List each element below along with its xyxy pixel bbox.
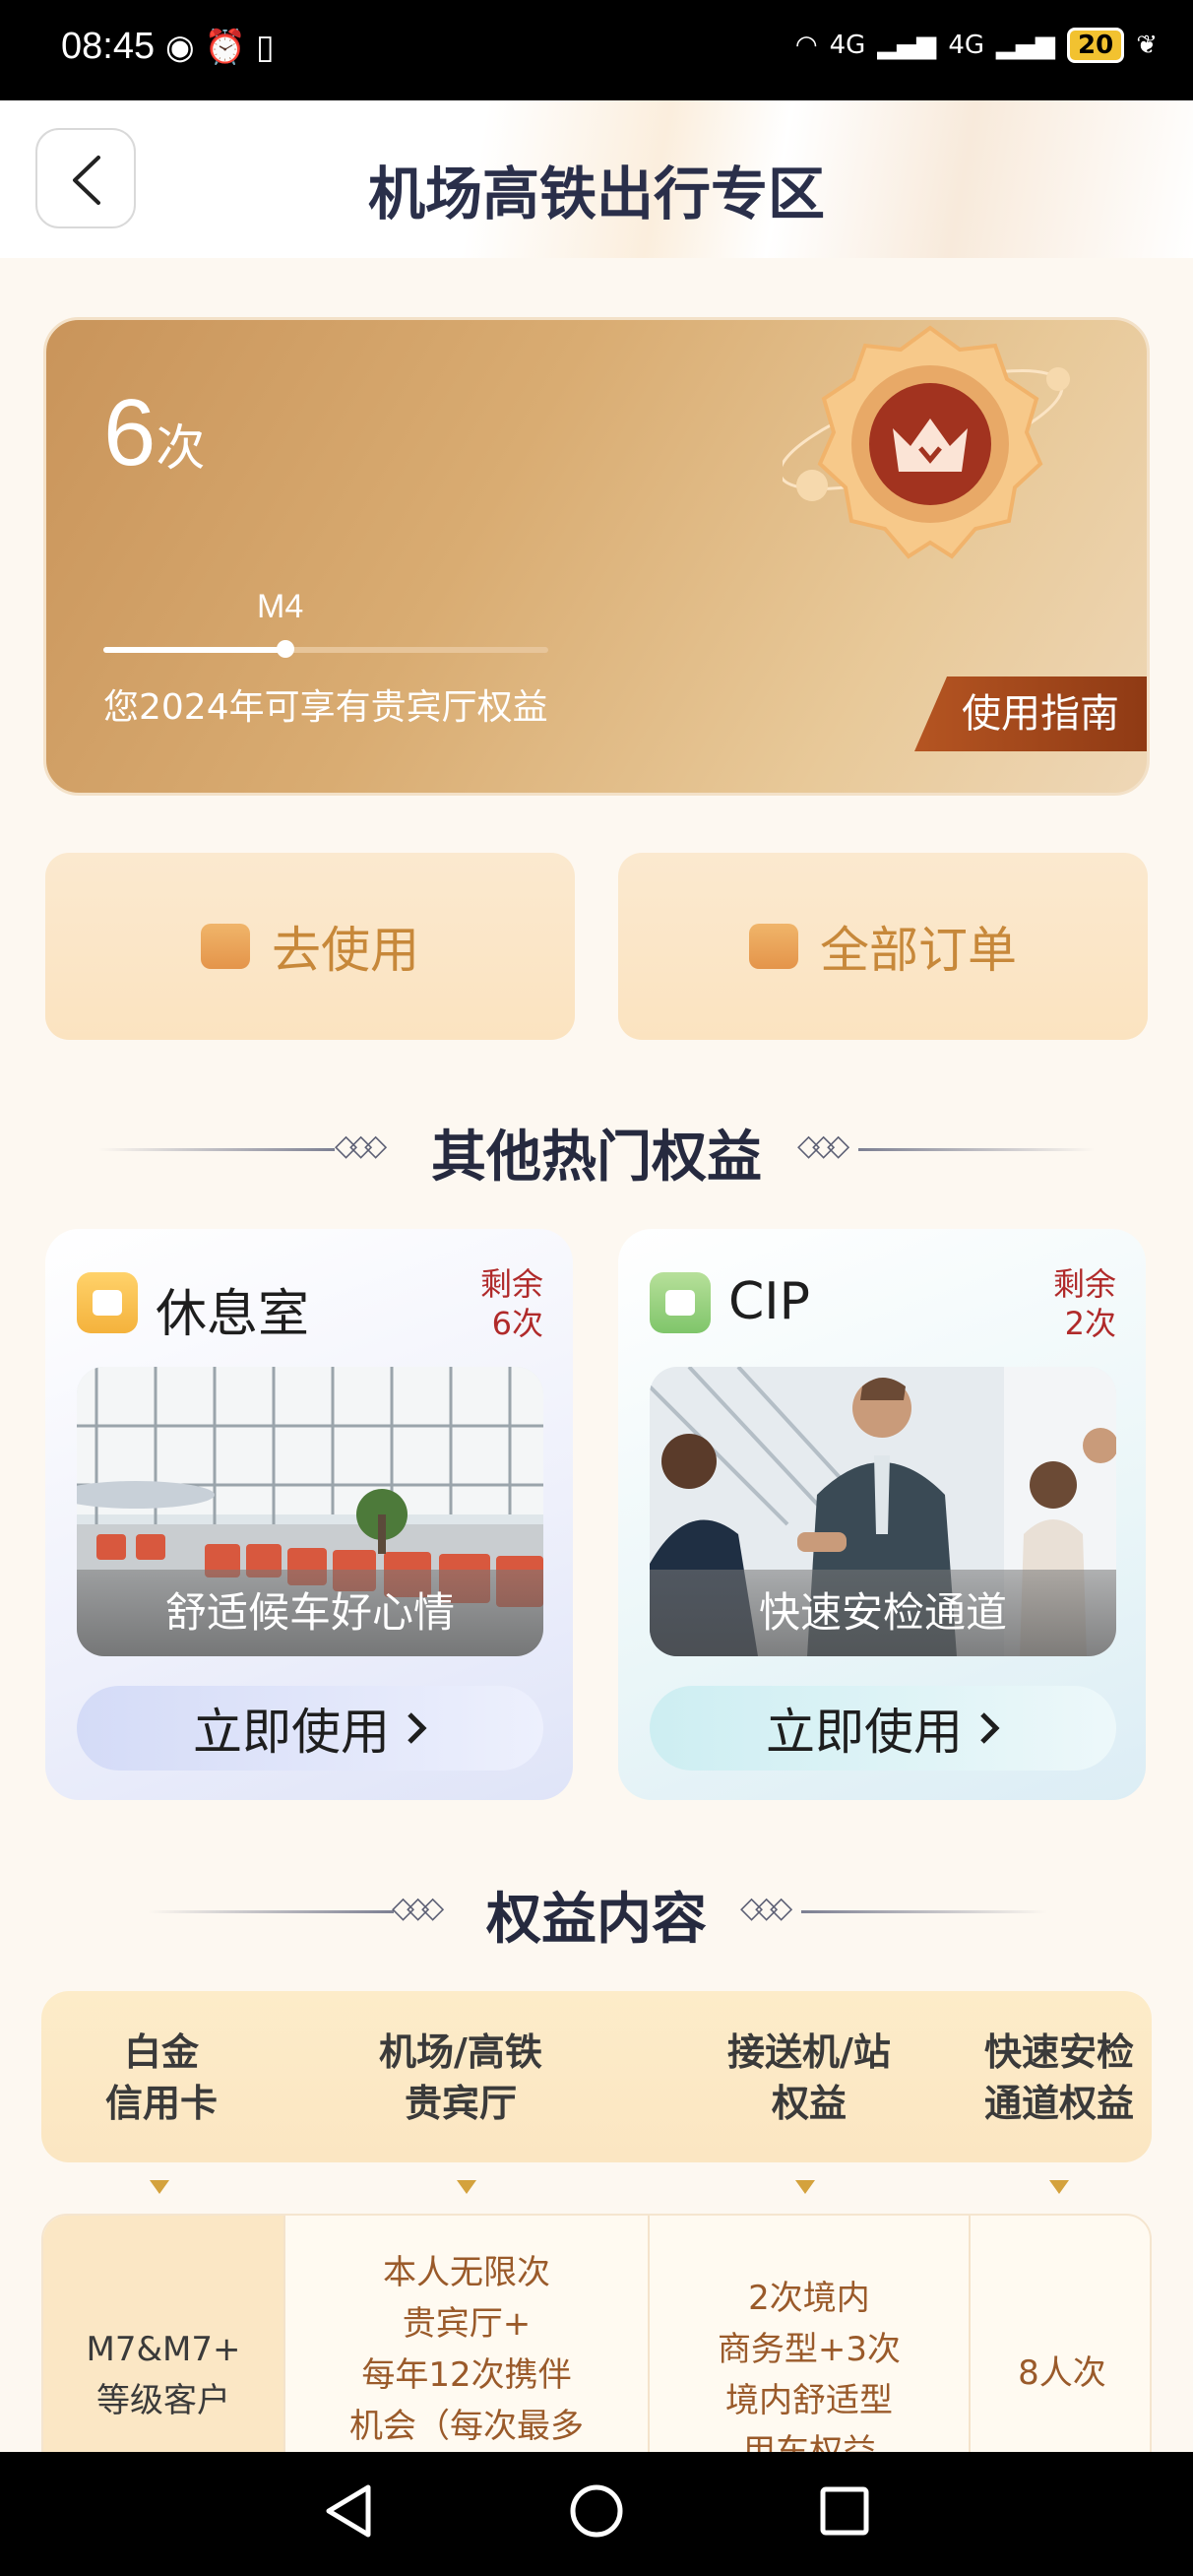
benefit-summary-card: 6次 M4 您2024年可享有贵宾厅权益 使用指南 xyxy=(43,317,1150,796)
use-now-button[interactable]: 立即使用 xyxy=(650,1686,1116,1771)
remaining-label: 剩余 xyxy=(1052,1265,1116,1303)
page-title: 机场高铁出行专区 xyxy=(367,161,825,227)
status-bar: 08:45 ◉ ⏰ ▯ ◠ 4G ▂▄▆ 4G ▂▄▆ 20 ❦ xyxy=(0,0,1193,100)
use-now-button[interactable]: 立即使用 xyxy=(77,1686,543,1771)
wifi-icon: ◠ xyxy=(794,31,818,60)
eye-icon: ◉ xyxy=(165,28,195,67)
section-divider-right xyxy=(801,1910,1047,1913)
remaining-badge: 剩余 6次 xyxy=(480,1264,543,1343)
diamond-ornament-icon: ◇◇◇ xyxy=(797,1128,849,1163)
photo-caption: 舒适候车好心情 xyxy=(77,1570,543,1656)
remaining-count: 6次 xyxy=(491,1305,543,1342)
triangle-down-icon xyxy=(457,2180,476,2194)
lounge-cell: 本人无限次 贵宾厅+ 每年12次携伴 机会（每次最多 xyxy=(349,2253,584,2446)
triangle-down-icon xyxy=(150,2180,169,2194)
system-navigation-bar xyxy=(0,2452,1193,2576)
sofa-icon xyxy=(77,1272,138,1333)
usage-guide-button[interactable]: 使用指南 xyxy=(914,676,1147,751)
network-1-label: 4G xyxy=(829,31,866,60)
remaining-badge: 剩余 2次 xyxy=(1053,1264,1116,1343)
signal-icon: ▂▄▆ xyxy=(996,31,1056,60)
remaining-count: 6次 xyxy=(103,379,205,487)
page-header: 机场高铁出行专区 xyxy=(0,100,1193,258)
status-time: 08:45 xyxy=(61,26,156,67)
benefit-name: CIP xyxy=(728,1272,811,1331)
cip-photo: 快速安检通道 xyxy=(650,1367,1116,1656)
triangle-down-icon xyxy=(1049,2180,1069,2194)
vibrate-icon: ▯ xyxy=(256,28,275,67)
hot-benefits-title: 其他热门权益 xyxy=(431,1126,762,1190)
recents-square-icon[interactable] xyxy=(817,2481,872,2541)
status-right-icons: ◠ 4G ▂▄▆ 4G ▂▄▆ 20 ❦ xyxy=(795,28,1158,63)
tier-cell: M7&M7+ 等级客户 xyxy=(86,2330,241,2420)
benefit-content-title: 权益内容 xyxy=(486,1888,707,1952)
all-orders-label: 全部订单 xyxy=(820,922,1017,979)
lounge-photo: 舒适候车好心情 xyxy=(77,1367,543,1656)
benefit-description: 您2024年可享有贵宾厅权益 xyxy=(103,687,548,728)
signal-icon: ▂▄▆ xyxy=(877,31,937,60)
diamond-ornament-icon: ◇◇◇ xyxy=(740,1891,792,1925)
use-now-label: 立即使用 xyxy=(193,1704,390,1761)
go-use-label: 去使用 xyxy=(272,922,419,979)
triangle-down-icon xyxy=(795,2180,815,2194)
alarm-icon: ⏰ xyxy=(204,28,247,67)
status-left-icons: ◉ ⏰ ▯ xyxy=(165,28,275,67)
remaining-label: 剩余 xyxy=(479,1265,543,1303)
battery-icon: 20 xyxy=(1067,28,1125,63)
lounge-benefit-card[interactable]: 休息室 剩余 6次 舒适候车好心情 立即使用 xyxy=(45,1229,573,1800)
remaining-count: 2次 xyxy=(1064,1305,1116,1342)
photo-caption: 快速安检通道 xyxy=(650,1570,1116,1656)
leaf-icon: ❦ xyxy=(1136,31,1158,60)
transfer-cell: 2次境内 商务型+3次 境内舒适型 用车权益 xyxy=(717,2279,902,2472)
network-2-label: 4G xyxy=(948,31,985,60)
benefit-name: 休息室 xyxy=(156,1285,310,1344)
document-icon xyxy=(650,1272,711,1333)
benefit-table-header: 白金 信用卡 机场/高铁 贵宾厅 接送机/站 权益 快速安检 通道权益 xyxy=(41,1991,1152,2162)
level-progress-marker xyxy=(277,640,294,658)
level-progress-fill xyxy=(103,647,285,653)
chevron-right-icon xyxy=(408,1712,427,1744)
order-list-icon xyxy=(749,924,798,969)
column-header-transfer: 接送机/站 权益 xyxy=(727,2030,891,2125)
crown-badge-icon xyxy=(783,325,1070,559)
ticket-icon xyxy=(201,924,250,969)
section-divider-right xyxy=(858,1148,1095,1151)
fasttrack-cell: 8人次 xyxy=(1018,2353,1106,2393)
count-number: 6 xyxy=(103,380,157,485)
column-header-card: 白金 信用卡 xyxy=(104,2030,218,2125)
cip-benefit-card[interactable]: CIP 剩余 2次 快速安检通道 立即使用 xyxy=(618,1229,1146,1800)
column-header-fasttrack: 快速安检 通道权益 xyxy=(983,2030,1134,2125)
column-header-lounge: 机场/高铁 贵宾厅 xyxy=(379,2030,542,2125)
home-circle-icon[interactable] xyxy=(567,2481,626,2541)
member-level: M4 xyxy=(257,588,304,625)
use-now-label: 立即使用 xyxy=(766,1704,963,1761)
chevron-right-icon xyxy=(980,1712,1000,1744)
back-triangle-icon[interactable] xyxy=(321,2481,376,2541)
all-orders-button[interactable]: 全部订单 xyxy=(618,853,1148,1040)
go-use-button[interactable]: 去使用 xyxy=(45,853,575,1040)
level-progress-bar xyxy=(103,640,548,658)
count-unit: 次 xyxy=(156,419,206,477)
